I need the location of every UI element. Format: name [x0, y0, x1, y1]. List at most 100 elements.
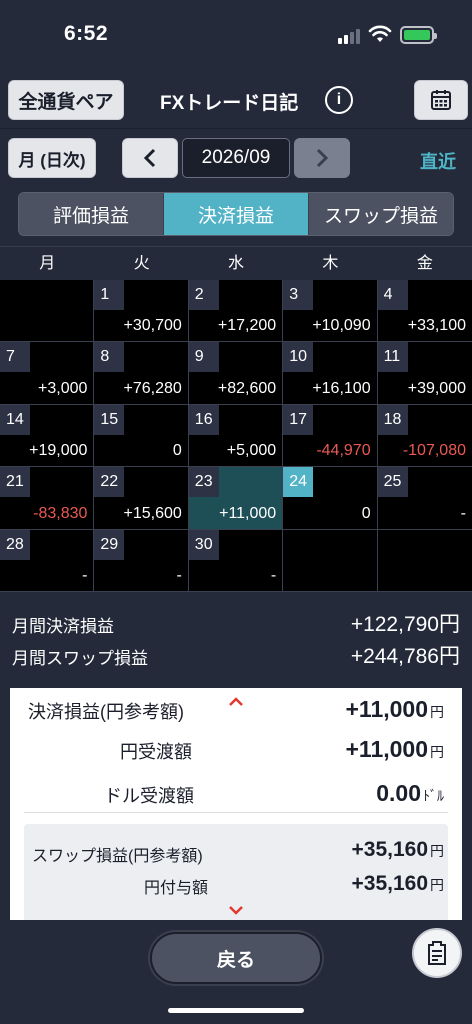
- next-month-button[interactable]: [294, 138, 350, 178]
- jpy-delivery-value: +11,000 円: [345, 736, 444, 762]
- info-icon[interactable]: i: [325, 86, 353, 114]
- jpy-grant-row: 円付与額 +35,160 円: [24, 870, 448, 906]
- calendar-day-pnl: +16,100: [312, 379, 371, 397]
- calendar-day-cell[interactable]: 10 +16,100: [283, 342, 378, 405]
- calendar-day-number: 7: [0, 342, 30, 373]
- calendar-day-pnl: -: [270, 567, 277, 584]
- calendar-day-cell[interactable]: 17 -44,970: [283, 404, 378, 468]
- jpy-delivery-label: 円受渡額: [120, 742, 192, 762]
- calendar-day-number: 15: [94, 404, 125, 435]
- back-button[interactable]: 戻る: [150, 932, 322, 984]
- currency-pair-button[interactable]: 全通貨ペア: [8, 80, 124, 120]
- chevron-right-icon: [316, 148, 329, 168]
- tab-realized-pnl[interactable]: 決済損益: [164, 193, 309, 235]
- calendar-day-cell[interactable]: 11 +39,000: [377, 342, 472, 405]
- calendar-day-cell: [0, 280, 95, 343]
- latest-link[interactable]: 直近: [420, 148, 456, 174]
- calendar-day-cell[interactable]: 24 0: [283, 467, 378, 530]
- view-mode-button[interactable]: 月 (日次): [8, 138, 96, 178]
- chevron-left-icon: [143, 148, 156, 168]
- monthly-swap-summary: 月間スワップ損益 +244,786円: [0, 636, 472, 670]
- calendar-day-cell[interactable]: 30 -: [188, 529, 284, 592]
- calendar-day-number: 28: [0, 529, 30, 560]
- calendar-day-cell[interactable]: 8 +76,280: [94, 342, 189, 405]
- calendar-day-number: 14: [0, 404, 30, 435]
- weekday-label: 火: [133, 255, 150, 272]
- calendar-day-number: 10: [283, 342, 314, 373]
- calendar-day-cell[interactable]: 1 +30,700: [94, 280, 189, 343]
- calendar-day-cell[interactable]: 9 +82,600: [188, 342, 284, 405]
- calendar-day-cell[interactable]: 21 -83,830: [0, 467, 95, 530]
- calendar-day-cell[interactable]: 16 +5,000: [188, 404, 284, 468]
- calendar-button[interactable]: [414, 80, 468, 120]
- calendar-day-cell[interactable]: 15 0: [94, 404, 189, 468]
- day-detail-panel[interactable]: 決済損益(円参考額) +11,000 円 円受渡額 +11,000 円 ドル受渡額 …: [10, 688, 462, 920]
- calendar-day-cell[interactable]: 22 +15,600: [94, 467, 189, 530]
- calendar-day-pnl: -: [176, 567, 182, 584]
- status-time: 6:52: [64, 22, 109, 45]
- calendar-day-pnl: +5,000: [226, 442, 277, 460]
- usd-delivery-label: ドル受渡額: [104, 786, 194, 806]
- calendar-day-number: 9: [188, 342, 219, 373]
- calendar-day-number: 24: [283, 467, 314, 498]
- calendar-day-pnl: +33,100: [407, 317, 466, 335]
- calendar-day-cell[interactable]: 3 +10,090: [283, 280, 378, 343]
- calendar-day-cell[interactable]: 7 +3,000: [0, 342, 95, 405]
- calendar-day-cell: [283, 529, 378, 592]
- chevron-down-icon[interactable]: [228, 902, 244, 918]
- memo-button[interactable]: [412, 928, 462, 978]
- jpy-delivery-row: 円受渡額 +11,000 円: [10, 734, 462, 770]
- tab-unrealized-pnl[interactable]: 評価損益: [19, 193, 164, 235]
- calendar-day-number: 29: [94, 529, 125, 560]
- monthly-swap-value: +244,786円: [350, 645, 460, 668]
- calendar-grid: 1 +30,700 2 +17,200 3 +10,090 4 +33,100 7 +3,000 8…: [0, 280, 472, 592]
- calendar-day-cell[interactable]: 25 -: [377, 467, 472, 530]
- settled-ref-label: 決済損益(円参考額): [28, 702, 184, 722]
- calendar-day-number: 17: [283, 404, 314, 435]
- calendar-day-cell[interactable]: 18 -107,080: [377, 404, 472, 468]
- settled-ref-value: +11,000 円: [345, 696, 444, 722]
- monthly-swap-label: 月間スワップ損益: [12, 649, 148, 668]
- previous-month-button[interactable]: [122, 138, 178, 178]
- calendar-day-pnl: -83,830: [33, 504, 88, 522]
- memo-icon: [428, 941, 446, 965]
- calendar-day-pnl: -44,970: [316, 442, 371, 460]
- calendar-day-pnl: +76,280: [123, 379, 182, 397]
- calendar-day-cell[interactable]: 28 -: [0, 529, 95, 592]
- monthly-settled-value: +122,790円: [350, 613, 460, 636]
- calendar-day-number: 2: [188, 280, 219, 310]
- calendar-day-number: 4: [377, 280, 408, 310]
- calendar-day-pnl: -: [82, 567, 88, 584]
- weekday-label: 月: [39, 255, 56, 272]
- calendar-day-pnl: -107,080: [402, 442, 466, 460]
- usd-delivery-value: 0.00 ﾄﾞﾙ: [376, 780, 444, 806]
- calendar-day-cell[interactable]: 23 +11,000: [188, 467, 284, 530]
- jpy-grant-value: +35,160 円: [351, 872, 445, 895]
- swap-ref-value: +35,160 円: [351, 838, 445, 861]
- calendar-day-cell[interactable]: 29 -: [94, 529, 189, 592]
- calendar-day-number: 1: [94, 280, 125, 310]
- detail-divider: [24, 812, 448, 813]
- calendar-day-pnl: +17,200: [217, 317, 277, 335]
- calendar-day-cell: [377, 529, 472, 592]
- calendar-day-number: 25: [377, 467, 408, 498]
- tab-swap-pnl[interactable]: スワップ損益: [309, 193, 453, 235]
- calendar-day-cell[interactable]: 14 +19,000: [0, 404, 95, 468]
- settled-ref-row: 決済損益(円参考額) +11,000 円: [10, 694, 462, 730]
- calendar-day-number: 23: [188, 467, 219, 498]
- calendar-day-number: 11: [377, 342, 408, 373]
- calendar-day-pnl: +19,000: [29, 442, 88, 460]
- calendar-day-number: 30: [188, 529, 219, 560]
- calendar-day-cell[interactable]: 2 +17,200: [188, 280, 284, 343]
- weekday-label: 金: [416, 255, 433, 272]
- current-month[interactable]: 2026/09: [182, 138, 290, 178]
- usd-delivery-row: ドル受渡額 0.00 ﾄﾞﾙ: [10, 778, 462, 814]
- calendar-day-pnl: +10,090: [312, 317, 371, 335]
- calendar-day-pnl: +39,000: [407, 379, 466, 397]
- calendar-day-pnl: 0: [361, 504, 371, 522]
- weekday-header: 月 火 水 木 金: [0, 246, 472, 280]
- calendar-day-pnl: +3,000: [38, 379, 88, 397]
- calendar-day-pnl: 0: [172, 442, 182, 460]
- calendar-day-cell[interactable]: 4 +33,100: [377, 280, 472, 343]
- calendar-day-number: 8: [94, 342, 125, 373]
